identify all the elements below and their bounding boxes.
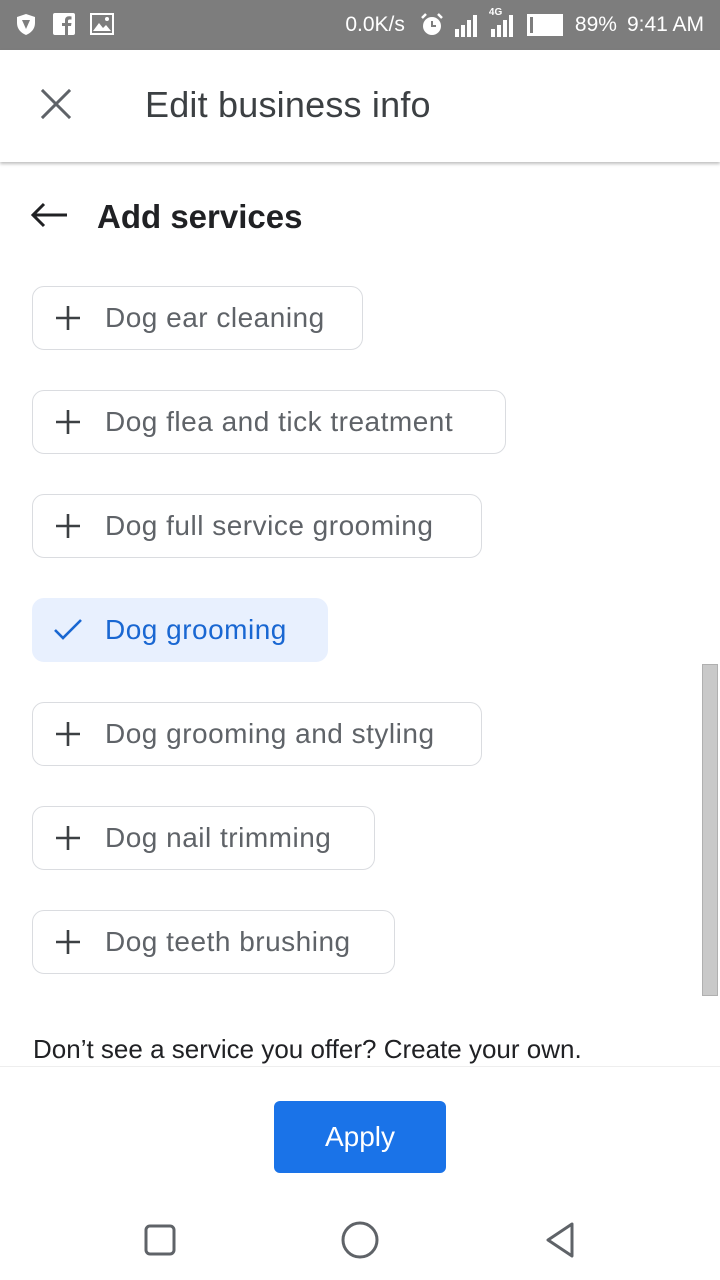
back-button[interactable] [24, 192, 74, 242]
page-title: Edit business info [145, 84, 431, 125]
facebook-icon [52, 12, 76, 36]
bottom-action-bar: Apply [0, 1066, 720, 1202]
service-chip-dog-flea-and-tick-treatment[interactable]: Dog flea and tick treatment [32, 390, 506, 454]
network-speed: 0.0K/s [345, 13, 405, 36]
close-button[interactable] [28, 78, 84, 134]
service-chip-label: Dog grooming and styling [105, 718, 435, 749]
service-chip-label: Dog teeth brushing [105, 926, 351, 957]
sub-header: Add services [0, 176, 720, 256]
service-chip-label: Dog ear cleaning [105, 302, 325, 333]
recent-apps-button[interactable] [138, 1220, 182, 1264]
plus-icon [53, 823, 83, 853]
section-title: Add services [97, 198, 303, 235]
status-right: 0.0K/s 4G 89% 9:41 AM [345, 0, 704, 50]
close-icon [40, 88, 72, 125]
scrollbar[interactable] [702, 664, 718, 996]
service-chip-label: Dog nail trimming [105, 822, 332, 853]
alarm-icon [419, 12, 445, 38]
shield-icon [14, 12, 38, 36]
image-icon [90, 12, 114, 36]
plus-icon [53, 303, 83, 333]
plus-icon [53, 927, 83, 957]
signal-icon [454, 13, 481, 37]
back-nav-icon [543, 1221, 577, 1264]
service-chip-label: Dog full service grooming [105, 510, 434, 541]
apply-button[interactable]: Apply [274, 1101, 446, 1173]
plus-icon [53, 719, 83, 749]
battery-percent: 89% [574, 13, 617, 36]
service-chip-dog-full-service-grooming[interactable]: Dog full service grooming [32, 494, 482, 558]
plus-icon [53, 511, 83, 541]
network-type: 4G [488, 7, 503, 18]
service-chip-label: Dog flea and tick treatment [105, 406, 454, 437]
home-icon [340, 1220, 380, 1265]
system-nav-bar [0, 1202, 720, 1280]
service-chip-label: Dog grooming [105, 614, 287, 645]
battery-icon [526, 14, 565, 36]
recent-apps-icon [143, 1223, 177, 1262]
arrow-back-icon [29, 201, 69, 234]
home-button[interactable] [338, 1220, 382, 1264]
service-chip-dog-ear-cleaning[interactable]: Dog ear cleaning [32, 286, 363, 350]
service-chip-dog-teeth-brushing[interactable]: Dog teeth brushing [32, 910, 395, 974]
service-chip-dog-grooming-and-styling[interactable]: Dog grooming and styling [32, 702, 482, 766]
check-icon [53, 615, 83, 645]
back-nav-button[interactable] [538, 1220, 582, 1264]
signal-4g-icon: 4G [489, 7, 517, 37]
service-chip-dog-grooming[interactable]: Dog grooming [32, 598, 328, 662]
status-bar: 0.0K/s 4G 89% 9:41 AM [0, 0, 720, 50]
clock: 9:41 AM [626, 13, 704, 36]
status-left-icons [14, 12, 114, 36]
plus-icon [53, 407, 83, 437]
create-own-service-link[interactable]: Don’t see a service you offer? Create yo… [33, 1034, 582, 1065]
service-chip-dog-nail-trimming[interactable]: Dog nail trimming [32, 806, 375, 870]
app-header: Edit business info [0, 50, 720, 162]
